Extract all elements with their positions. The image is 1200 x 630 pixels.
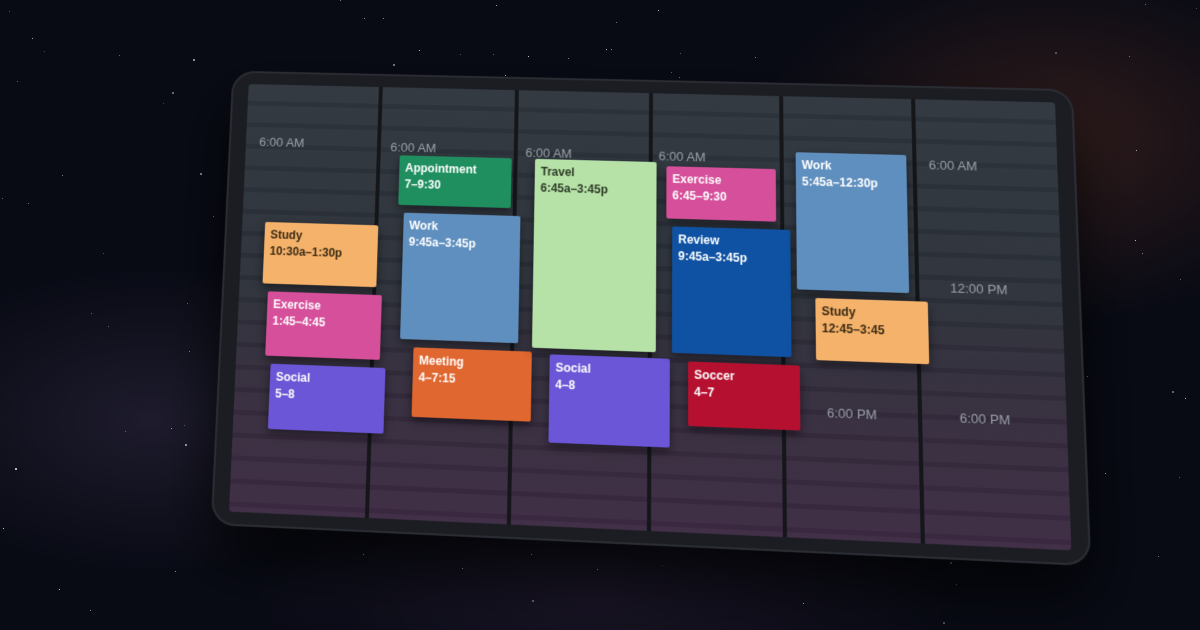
event-exercise[interactable]: Exercise 6:45–9:30 xyxy=(666,166,777,222)
time-label-6am: 6:00 AM xyxy=(390,139,437,156)
event-time: 12:45–3:45 xyxy=(821,321,885,338)
event-study[interactable]: Study 12:45–3:45 xyxy=(815,297,930,365)
event-social[interactable]: Social 4–8 xyxy=(548,354,670,448)
event-time: 4–7 xyxy=(694,384,715,400)
time-label-6pm: 6:00 PM xyxy=(959,410,1011,428)
event-time: 7–9:30 xyxy=(404,177,441,192)
event-meeting[interactable]: Meeting 4–7:15 xyxy=(411,347,532,422)
event-social[interactable]: Social 5–8 xyxy=(267,363,386,434)
event-work[interactable]: Work 5:45a–12:30p xyxy=(795,152,910,294)
event-work[interactable]: Work 9:45a–3:45p xyxy=(400,212,521,344)
event-time: 5:45a–12:30p xyxy=(801,174,878,191)
event-time: 5–8 xyxy=(274,386,295,402)
time-label-6pm: 6:00 PM xyxy=(826,405,878,423)
event-review[interactable]: Review 9:45a–3:45p xyxy=(671,226,792,358)
event-time: 9:45a–3:45p xyxy=(408,234,476,251)
event-study[interactable]: Study 10:30a–1:30p xyxy=(262,221,379,288)
time-label-6am: 6:00 AM xyxy=(658,148,706,165)
event-soccer[interactable]: Soccer 4–7 xyxy=(687,361,801,431)
event-time: 9:45a–3:45p xyxy=(678,249,748,266)
event-time: 6:45–9:30 xyxy=(672,188,727,204)
event-time: 10:30a–1:30p xyxy=(269,244,343,260)
event-time: 4–8 xyxy=(555,377,576,393)
event-appointment[interactable]: Appointment 7–9:30 xyxy=(398,155,512,209)
event-travel[interactable]: Travel 6:45a–3:45p xyxy=(531,158,657,353)
event-exercise[interactable]: Exercise 1:45–4:45 xyxy=(265,291,382,360)
event-time: 4–7:15 xyxy=(418,370,456,386)
event-time: 1:45–4:45 xyxy=(272,313,326,330)
time-label-6am: 6:00 AM xyxy=(928,157,978,174)
time-label-6am: 6:00 AM xyxy=(258,134,305,150)
stage: 6:00 AM 6:00 AM 6:00 AM 6:00 AM 6:00 AM … xyxy=(0,0,1200,630)
time-label-noon: 12:00 PM xyxy=(949,280,1008,298)
tablet-device: 6:00 AM 6:00 AM 6:00 AM 6:00 AM 6:00 AM … xyxy=(210,70,1092,567)
calendar-week-view: 6:00 AM 6:00 AM 6:00 AM 6:00 AM 6:00 AM … xyxy=(229,84,1072,551)
event-time: 6:45a–3:45p xyxy=(540,181,608,197)
